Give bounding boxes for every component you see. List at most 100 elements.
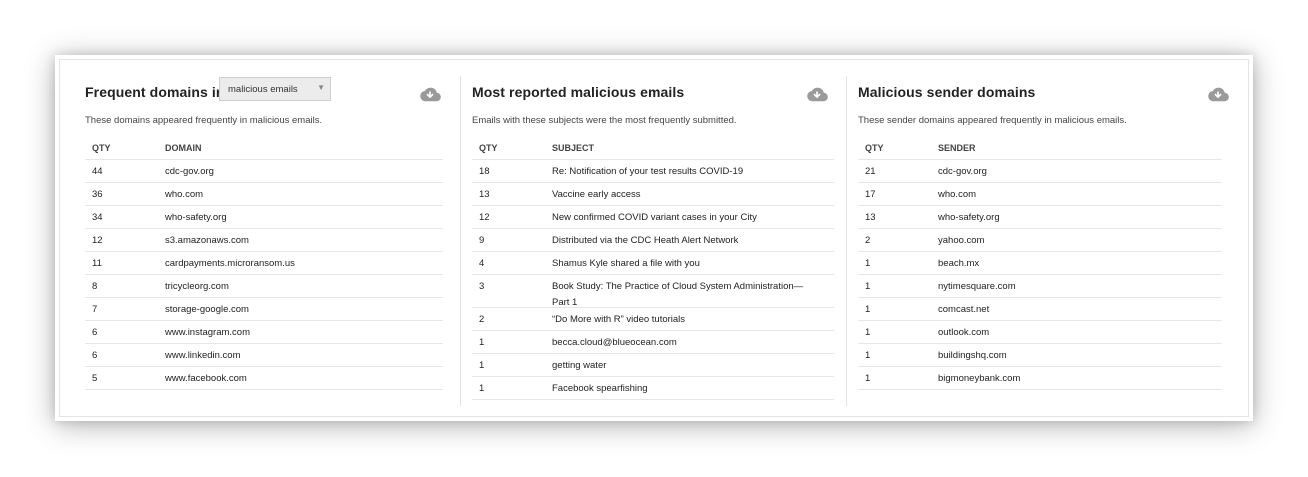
table-row: 18 Re: Notification of your test results … (472, 160, 834, 183)
table-row: 12 s3.amazonaws.com (85, 229, 443, 252)
qty-cell: 13 (479, 189, 490, 200)
table-row: 6 www.instagram.com (85, 321, 443, 344)
subject-cell: becca.cloud@blueocean.com (552, 337, 677, 348)
domain-cell: www.instagram.com (165, 327, 250, 338)
table-row: 1 Facebook spearfishing (472, 377, 834, 400)
senders-table: QTY SENDER 21 cdc-gov.org 17 who.com 13 who… (858, 136, 1222, 390)
table-row: 7 storage-google.com (85, 298, 443, 321)
sender-cell: buildingshq.com (938, 350, 1007, 361)
qty-cell: 1 (865, 258, 871, 269)
qty-cell: 4 (479, 258, 485, 269)
qty-cell: 1 (865, 327, 871, 338)
column-header-qty: QTY (865, 143, 884, 153)
qty-cell: 6 (92, 350, 98, 361)
table-row: 2 “Do More with R” video tutorials (472, 308, 834, 331)
panel-title: Malicious sender domains (858, 84, 1036, 100)
qty-cell: 18 (479, 166, 490, 177)
table-row: 17 who.com (858, 183, 1222, 206)
qty-cell: 1 (865, 373, 871, 384)
subject-cell: Distributed via the CDC Heath Alert Netw… (552, 235, 739, 246)
subject-cell: Vaccine early access (552, 189, 641, 200)
sender-cell: who.com (938, 189, 977, 200)
qty-cell: 13 (865, 212, 876, 223)
qty-cell: 1 (479, 337, 485, 348)
table-row: 44 cdc-gov.org (85, 160, 443, 183)
sender-cell: comcast.net (938, 304, 990, 315)
sender-cell: nytimesquare.com (938, 281, 1016, 292)
sender-cell: who-safety.org (938, 212, 1000, 223)
table-row: 1 nytimesquare.com (858, 275, 1222, 298)
chevron-down-icon: ▼ (317, 83, 325, 92)
cloud-download-icon[interactable] (806, 85, 828, 103)
table-row: 1 bigmoneybank.com (858, 367, 1222, 390)
report-window: Frequent domains in malicious emails ▼ T… (55, 55, 1253, 421)
sender-cell: outlook.com (938, 327, 990, 338)
cloud-download-icon[interactable] (1207, 85, 1229, 103)
qty-cell: 8 (92, 281, 98, 292)
column-header-qty: QTY (479, 143, 498, 153)
panel-description: These domains appeared frequently in mal… (85, 115, 323, 126)
qty-cell: 5 (92, 373, 98, 384)
column-header-subject: SUBJECT (552, 143, 595, 153)
subject-cell: Book Study: The Practice of Cloud System… (552, 281, 804, 308)
table-row: 9 Distributed via the CDC Heath Alert Net… (472, 229, 834, 252)
table-row: 36 who.com (85, 183, 443, 206)
qty-cell: 2 (865, 235, 871, 246)
table-row: 4 Shamus Kyle shared a file with you (472, 252, 834, 275)
qty-cell: 1 (865, 350, 871, 361)
domain-cell: who-safety.org (165, 212, 227, 223)
table-row: 3 Book Study: The Practice of Cloud Syste… (472, 275, 834, 308)
table-row: 13 who-safety.org (858, 206, 1222, 229)
domain-cell: www.linkedin.com (165, 350, 241, 361)
column-divider (846, 76, 847, 406)
table-row: 21 cdc-gov.org (858, 160, 1222, 183)
domain-cell: cdc-gov.org (165, 166, 214, 177)
domain-cell: s3.amazonaws.com (165, 235, 249, 246)
subject-cell: “Do More with R” video tutorials (552, 314, 686, 325)
subject-cell: getting water (552, 360, 607, 371)
table-header: QTY SUBJECT (472, 136, 834, 160)
subject-cell: New confirmed COVID variant cases in you… (552, 212, 757, 223)
cloud-download-icon[interactable] (419, 85, 441, 103)
qty-cell: 21 (865, 166, 876, 177)
sender-cell: beach.mx (938, 258, 980, 269)
qty-cell: 1 (865, 281, 871, 292)
column-divider (460, 76, 461, 406)
sender-cell: cdc-gov.org (938, 166, 987, 177)
table-row: 1 outlook.com (858, 321, 1222, 344)
column-header-domain: DOMAIN (165, 143, 202, 153)
table-row: 8 tricycleorg.com (85, 275, 443, 298)
table-row: 5 www.facebook.com (85, 367, 443, 390)
sender-cell: bigmoneybank.com (938, 373, 1021, 384)
table-row: 1 getting water (472, 354, 834, 377)
table-row: 13 Vaccine early access (472, 183, 834, 206)
table-header: QTY DOMAIN (85, 136, 443, 160)
subject-cell: Facebook spearfishing (552, 383, 648, 394)
domain-cell: storage-google.com (165, 304, 249, 315)
subject-cell: Re: Notification of your test results CO… (552, 166, 744, 177)
domain-cell: www.facebook.com (165, 373, 247, 384)
qty-cell: 3 (479, 281, 485, 292)
email-type-select[interactable]: malicious emails ▼ (219, 77, 331, 101)
sender-cell: yahoo.com (938, 235, 985, 246)
table-header: QTY SENDER (858, 136, 1222, 160)
table-row: 1 beach.mx (858, 252, 1222, 275)
column-header-sender: SENDER (938, 143, 976, 153)
domain-cell: who.com (165, 189, 204, 200)
qty-cell: 36 (92, 189, 103, 200)
qty-cell: 9 (479, 235, 485, 246)
column-header-qty: QTY (92, 143, 111, 153)
panel-description: Emails with these subjects were the most… (472, 115, 737, 126)
qty-cell: 12 (92, 235, 103, 246)
table-row: 1 buildingshq.com (858, 344, 1222, 367)
qty-cell: 12 (479, 212, 490, 223)
table-row: 12 New confirmed COVID variant cases in y… (472, 206, 834, 229)
select-value: malicious emails (228, 84, 298, 95)
domains-table: QTY DOMAIN 44 cdc-gov.org 36 who.com 34 who… (85, 136, 443, 390)
subject-cell: Shamus Kyle shared a file with you (552, 258, 700, 269)
table-row: 1 comcast.net (858, 298, 1222, 321)
qty-cell: 1 (865, 304, 871, 315)
qty-cell: 17 (865, 189, 876, 200)
panel-title: Frequent domains in (85, 84, 225, 100)
qty-cell: 11 (92, 258, 102, 269)
